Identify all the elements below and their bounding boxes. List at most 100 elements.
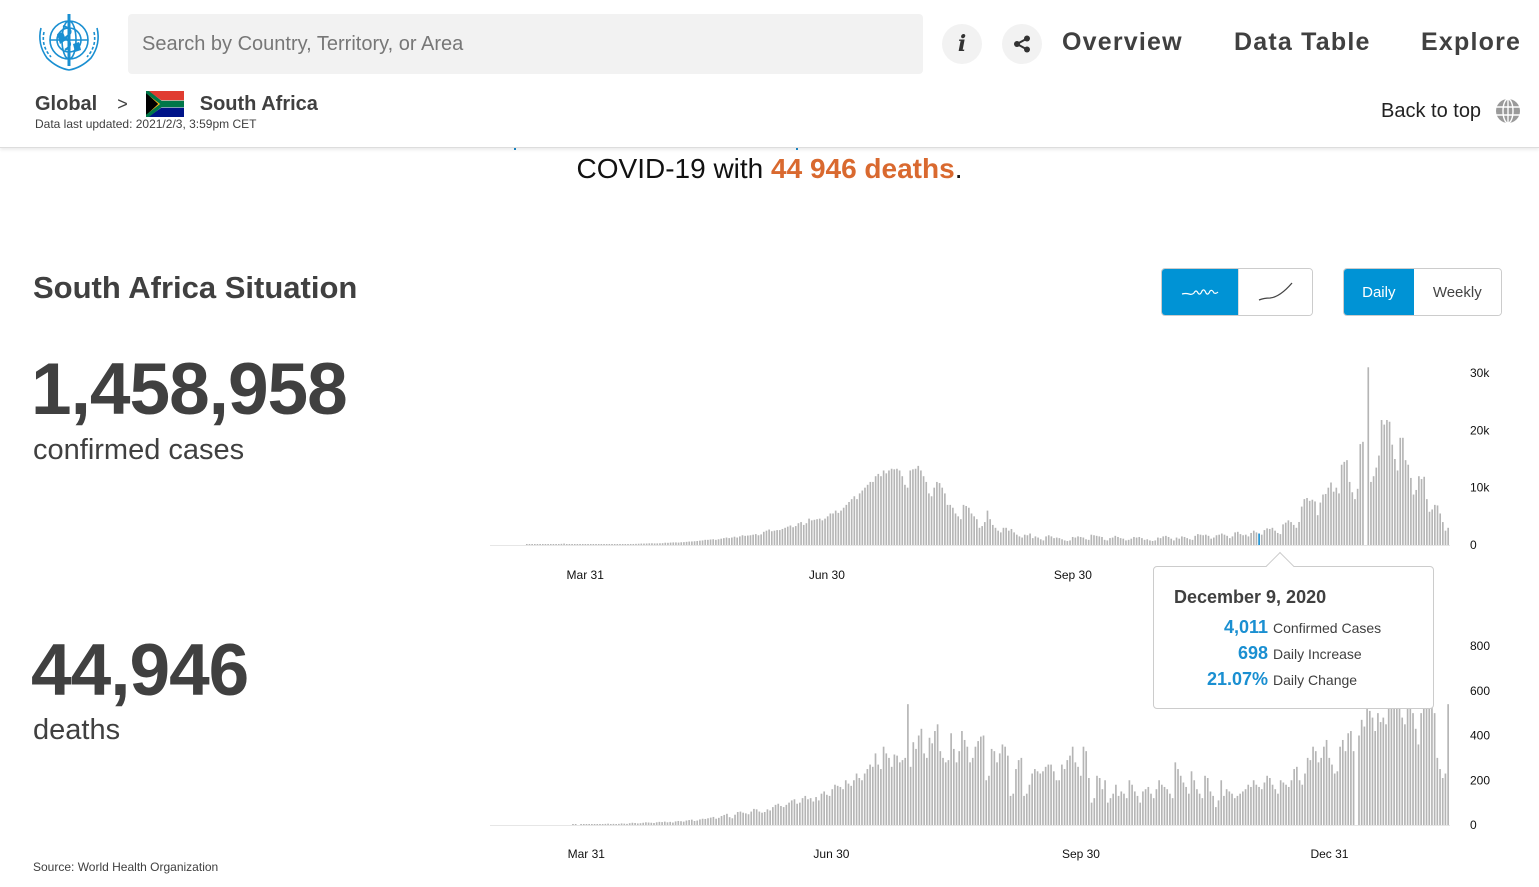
bar[interactable] (1385, 724, 1387, 825)
bar[interactable] (915, 748, 917, 825)
bar[interactable] (1360, 719, 1363, 825)
bar[interactable] (1215, 535, 1218, 545)
bar[interactable] (1085, 539, 1087, 545)
bar[interactable] (853, 496, 856, 545)
bar[interactable] (1266, 528, 1268, 545)
bar[interactable] (1250, 786, 1252, 825)
bar[interactable] (809, 798, 812, 825)
bar[interactable] (1231, 793, 1233, 825)
bar[interactable] (1106, 540, 1109, 545)
bar[interactable] (734, 814, 736, 825)
bar[interactable] (938, 483, 941, 545)
bar[interactable] (826, 516, 829, 545)
bar[interactable] (788, 802, 790, 826)
bar[interactable] (709, 539, 712, 546)
bar[interactable] (1109, 798, 1112, 825)
bar[interactable] (1233, 798, 1236, 825)
bar[interactable] (1395, 690, 1398, 825)
bar[interactable] (1026, 535, 1029, 545)
bar[interactable] (1242, 791, 1244, 825)
bar[interactable] (760, 534, 762, 545)
bar[interactable] (1082, 746, 1085, 825)
bar[interactable] (1025, 793, 1028, 825)
bar[interactable] (1111, 537, 1114, 545)
bar[interactable] (619, 544, 621, 545)
bar[interactable] (650, 822, 653, 825)
who-emblem-icon[interactable] (33, 10, 105, 76)
bar[interactable] (707, 818, 709, 825)
bar[interactable] (1292, 524, 1295, 545)
bar[interactable] (866, 484, 869, 545)
bar[interactable] (600, 544, 603, 545)
bar[interactable] (782, 807, 785, 825)
bar[interactable] (998, 753, 1001, 825)
bar[interactable] (816, 519, 818, 545)
bar[interactable] (1298, 780, 1301, 825)
bar[interactable] (1420, 713, 1422, 826)
bar[interactable] (1260, 534, 1263, 545)
bar[interactable] (885, 473, 888, 545)
bar[interactable] (1047, 764, 1050, 825)
bar[interactable] (1367, 367, 1370, 545)
bar[interactable] (595, 544, 597, 545)
bar[interactable] (629, 543, 632, 545)
bar[interactable] (1412, 494, 1415, 545)
bar[interactable] (712, 539, 715, 545)
bar[interactable] (1085, 751, 1088, 825)
bar[interactable] (963, 739, 966, 825)
bar[interactable] (1380, 420, 1383, 545)
bar[interactable] (699, 819, 701, 825)
bar[interactable] (651, 543, 653, 545)
bar[interactable] (669, 542, 672, 545)
bar[interactable] (750, 811, 753, 825)
bar[interactable] (1013, 532, 1015, 545)
bar[interactable] (810, 520, 813, 545)
bar[interactable] (582, 824, 585, 825)
bar[interactable] (837, 512, 840, 545)
bar[interactable] (624, 544, 627, 545)
bar[interactable] (1061, 764, 1063, 825)
bar[interactable] (1103, 539, 1106, 545)
bar[interactable] (1074, 762, 1077, 825)
bar[interactable] (1351, 492, 1354, 545)
bar[interactable] (1199, 534, 1202, 545)
bar[interactable] (1066, 760, 1069, 825)
bar[interactable] (1335, 487, 1338, 545)
bar[interactable] (1401, 717, 1404, 825)
bar[interactable] (871, 766, 874, 825)
bar[interactable] (1136, 795, 1139, 825)
bar[interactable] (888, 757, 890, 826)
bar[interactable] (1004, 746, 1006, 825)
bar[interactable] (1236, 795, 1239, 825)
bar[interactable] (890, 766, 893, 825)
bar[interactable] (944, 762, 947, 825)
bar[interactable] (1282, 782, 1285, 825)
bar[interactable] (533, 544, 536, 545)
bar[interactable] (1325, 739, 1328, 825)
bar[interactable] (831, 789, 834, 825)
bar[interactable] (741, 535, 744, 545)
nav-explore[interactable]: Explore (1421, 28, 1521, 57)
bar[interactable] (1341, 739, 1344, 825)
bar[interactable] (1433, 713, 1436, 826)
bar[interactable] (980, 736, 982, 825)
bar[interactable] (1204, 775, 1206, 826)
bar[interactable] (1330, 482, 1332, 545)
bar[interactable] (616, 544, 619, 545)
bar[interactable] (1133, 791, 1136, 825)
bar[interactable] (1285, 784, 1287, 825)
bar[interactable] (1158, 780, 1160, 825)
bar[interactable] (749, 535, 752, 545)
bar[interactable] (763, 812, 766, 825)
bar[interactable] (1374, 731, 1377, 825)
bar[interactable] (1239, 534, 1242, 545)
bar[interactable] (1079, 775, 1082, 826)
bar[interactable] (1201, 798, 1204, 825)
bar[interactable] (753, 808, 755, 825)
daily-period-button[interactable]: Daily (1344, 269, 1414, 315)
bar[interactable] (696, 540, 699, 545)
bar[interactable] (969, 762, 971, 825)
bar[interactable] (1431, 704, 1433, 825)
bar[interactable] (842, 789, 844, 825)
bar[interactable] (563, 543, 565, 545)
